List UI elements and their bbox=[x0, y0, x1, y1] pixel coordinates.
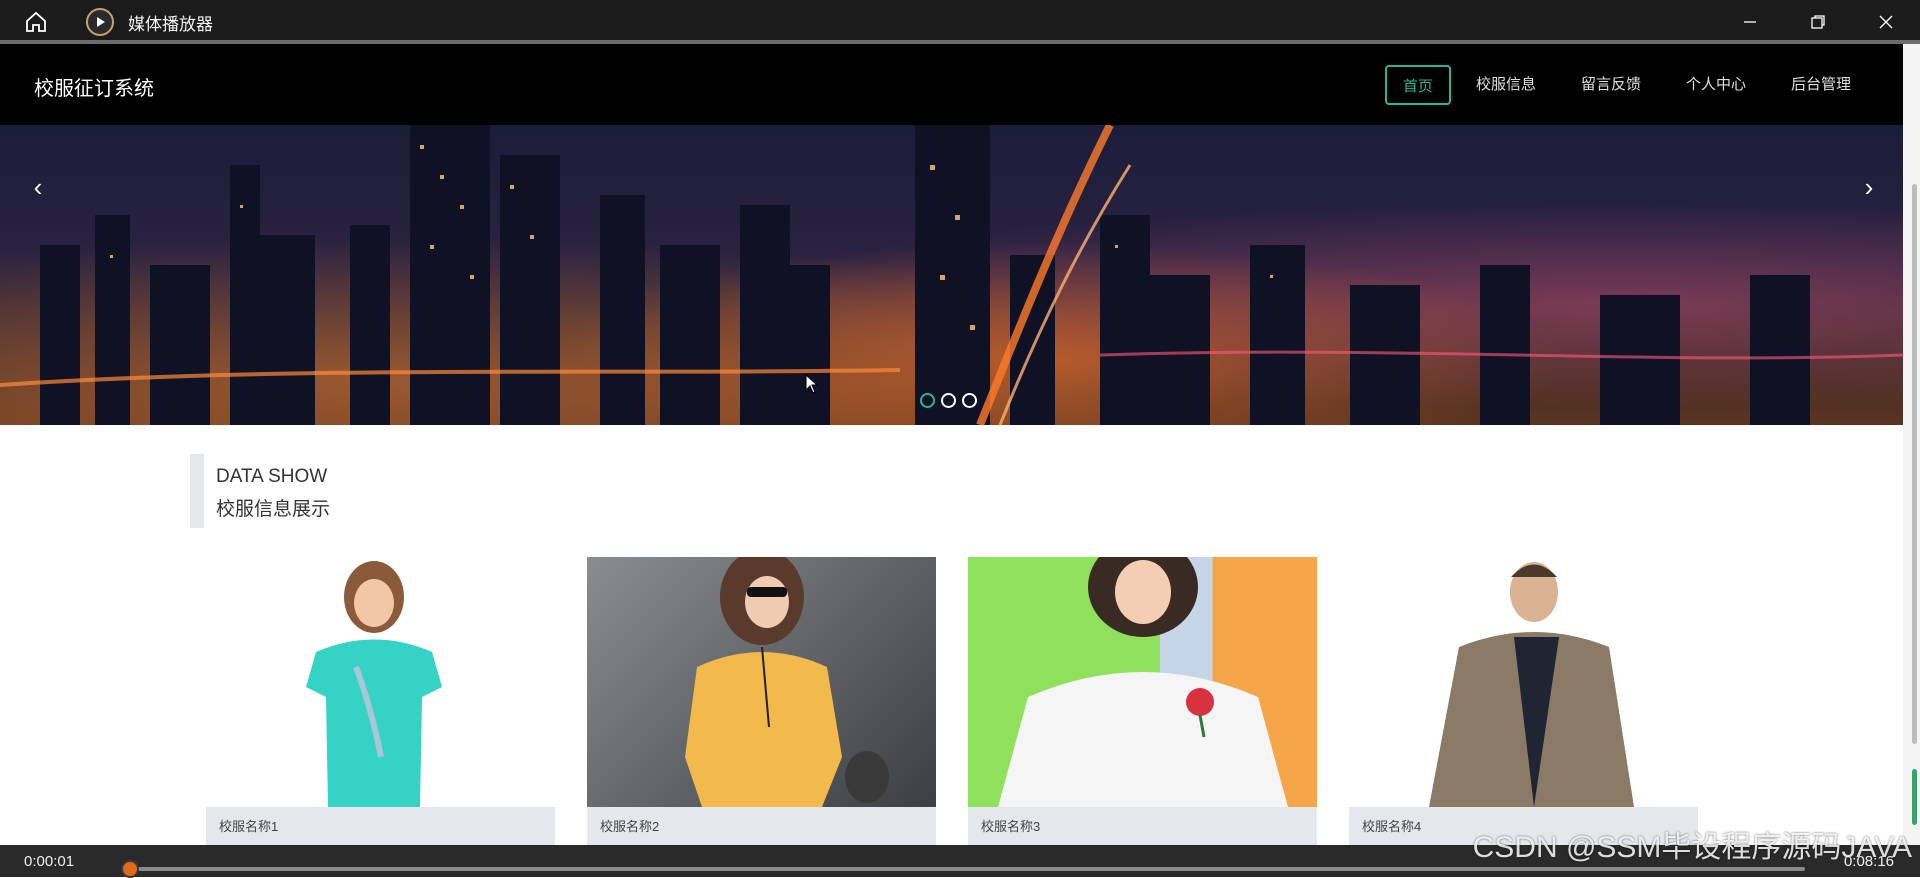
web-page: 校服征订系统 首页 校服信息 留言反馈 个人中心 后台管理 ‹ › DATA S… bbox=[0, 44, 1903, 845]
home-icon[interactable] bbox=[18, 4, 54, 40]
current-time: 0:00:01 bbox=[24, 853, 75, 870]
product-name[interactable]: 校服名称1 bbox=[206, 807, 555, 845]
scrollbar-thumb[interactable] bbox=[1912, 184, 1917, 744]
section-title-cn: 校服信息展示 bbox=[216, 499, 331, 520]
player-titlebar: 媒体播放器 bbox=[0, 0, 1920, 44]
mouse-cursor-icon bbox=[805, 374, 819, 394]
menu-item-feedback[interactable]: 留言反馈 bbox=[1561, 65, 1661, 105]
product-image[interactable] bbox=[206, 557, 555, 807]
page-scrollbar[interactable] bbox=[1903, 44, 1920, 845]
site-brand[interactable]: 校服征订系统 bbox=[34, 72, 154, 101]
scrollbar-indicator bbox=[1912, 769, 1917, 825]
product-name[interactable]: 校服名称2 bbox=[587, 807, 936, 845]
main-menu: 首页 校服信息 留言反馈 个人中心 后台管理 bbox=[1380, 65, 1871, 105]
menu-item-uniform-info[interactable]: 校服信息 bbox=[1456, 65, 1556, 105]
product-name[interactable]: 校服名称3 bbox=[968, 807, 1317, 845]
carousel-indicators bbox=[920, 393, 977, 408]
product-card[interactable]: 校服名称2 bbox=[587, 557, 936, 845]
menu-item-home[interactable]: 首页 bbox=[1384, 65, 1451, 105]
product-card[interactable]: 校服名称3 bbox=[968, 557, 1317, 845]
seek-bar[interactable] bbox=[130, 867, 1805, 871]
window-title: 媒体播放器 bbox=[128, 14, 213, 34]
section-header: DATA SHOW 校服信息展示 bbox=[190, 454, 590, 528]
carousel-dot-2[interactable] bbox=[941, 393, 956, 408]
product-grid: 校服名称1 校服名称2 校服名称3 校服名称4 bbox=[206, 557, 1698, 845]
menu-item-personal-center[interactable]: 个人中心 bbox=[1666, 65, 1766, 105]
media-player-logo-icon bbox=[86, 8, 114, 36]
product-card[interactable]: 校服名称4 bbox=[1349, 557, 1698, 845]
city-night-image bbox=[0, 125, 1903, 425]
section-accent-bar bbox=[190, 454, 204, 528]
product-image[interactable] bbox=[968, 557, 1317, 807]
product-image[interactable] bbox=[587, 557, 936, 807]
minimize-button[interactable] bbox=[1716, 0, 1784, 44]
close-button[interactable] bbox=[1852, 0, 1920, 44]
menu-item-admin[interactable]: 后台管理 bbox=[1771, 65, 1871, 105]
banner-carousel[interactable]: ‹ › bbox=[0, 125, 1903, 425]
carousel-dot-1[interactable] bbox=[920, 393, 935, 408]
seek-thumb[interactable] bbox=[121, 860, 139, 878]
product-card[interactable]: 校服名称1 bbox=[206, 557, 555, 845]
chevron-right-icon[interactable]: › bbox=[1857, 174, 1881, 200]
section-title-en: DATA SHOW bbox=[216, 466, 328, 487]
watermark: CSDN @SSM毕设程序源码JAVA bbox=[1472, 831, 1912, 864]
product-image[interactable] bbox=[1349, 557, 1698, 807]
chevron-left-icon[interactable]: ‹ bbox=[26, 174, 50, 200]
top-navbar: 校服征订系统 首页 校服信息 留言反馈 个人中心 后台管理 bbox=[0, 44, 1903, 125]
carousel-dot-3[interactable] bbox=[962, 393, 977, 408]
restore-button[interactable] bbox=[1784, 0, 1852, 44]
